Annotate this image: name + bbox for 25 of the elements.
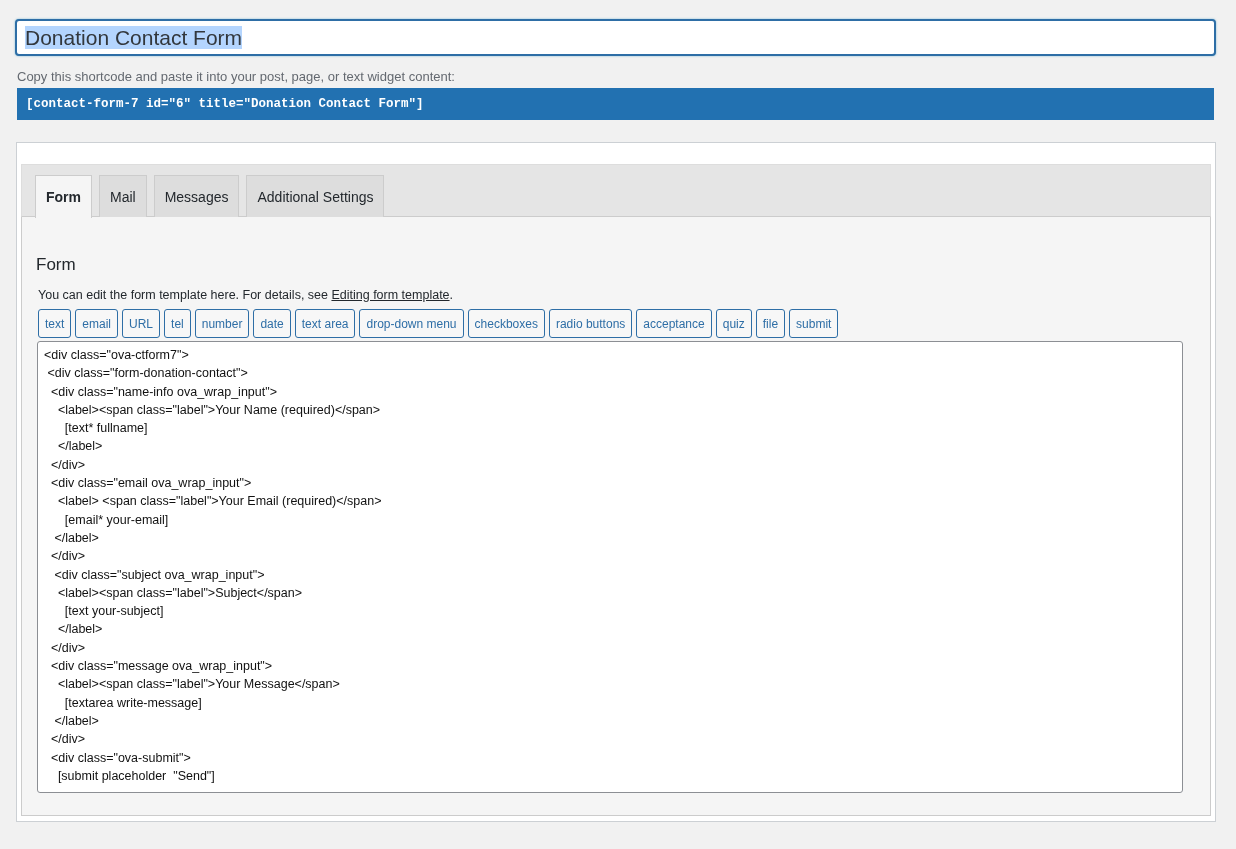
tag-button[interactable]: file [755,309,786,338]
tag-button[interactable]: text [38,309,72,338]
description-text: You can edit the form template here. For details, see Editing form template. [38,288,455,302]
form-title-field[interactable]: Donation Contact Form [15,19,1216,56]
tab[interactable]: Messages [153,175,240,217]
tag-button[interactable]: drop-down menu [359,309,464,338]
tab[interactable]: Form [35,175,92,218]
tag-button[interactable]: checkboxes [467,309,545,338]
tab[interactable]: Additional Settings [246,175,385,217]
template-field[interactable]: <div class="ova-ctform7"> <div class="form-donation-contact"> <div class="name-info ova_wrap_input"> <label><span class="label">Your Name (required)</span> [text* fullname] </label> </div> <div class="email ova_wrap_input"> <label> <span class="label">Your Email (required)</span> [email* your-email] </label> </div> <div class="subject ova_wrap_input"> <label><span class="label">Subject</span> [text your-subject] </label> </div> <div class="message ova_wrap_input"> <label><span class="label">Your Message</span> [textarea write-message] </label> </div> <div class="ova-submit"> [submit placeholder "Send"] [37,341,1183,793]
shortcode-hint: Copy this shortcode and paste it into your post, page, or text widget content: [17,69,456,84]
section-heading: Form [36,255,77,275]
tag-button[interactable]: email [75,309,119,338]
tag-button[interactable]: submit [789,309,839,338]
tag-button[interactable]: acceptance [636,309,712,338]
tag-button[interactable]: URL [122,309,161,338]
tab[interactable]: Mail [99,175,147,217]
tag-button[interactable]: text area [294,309,356,338]
tag-button[interactable]: quiz [715,309,752,338]
editing-template-link[interactable]: Editing form template [331,288,450,302]
tag-button[interactable]: radio buttons [548,309,633,338]
shortcode-text: [contact-form-7 id="6" title="Donation Contact Form"] [17,88,1214,120]
tag-button[interactable]: date [253,309,291,338]
tag-button[interactable]: tel [164,309,191,338]
tag-button[interactable]: number [194,309,250,338]
